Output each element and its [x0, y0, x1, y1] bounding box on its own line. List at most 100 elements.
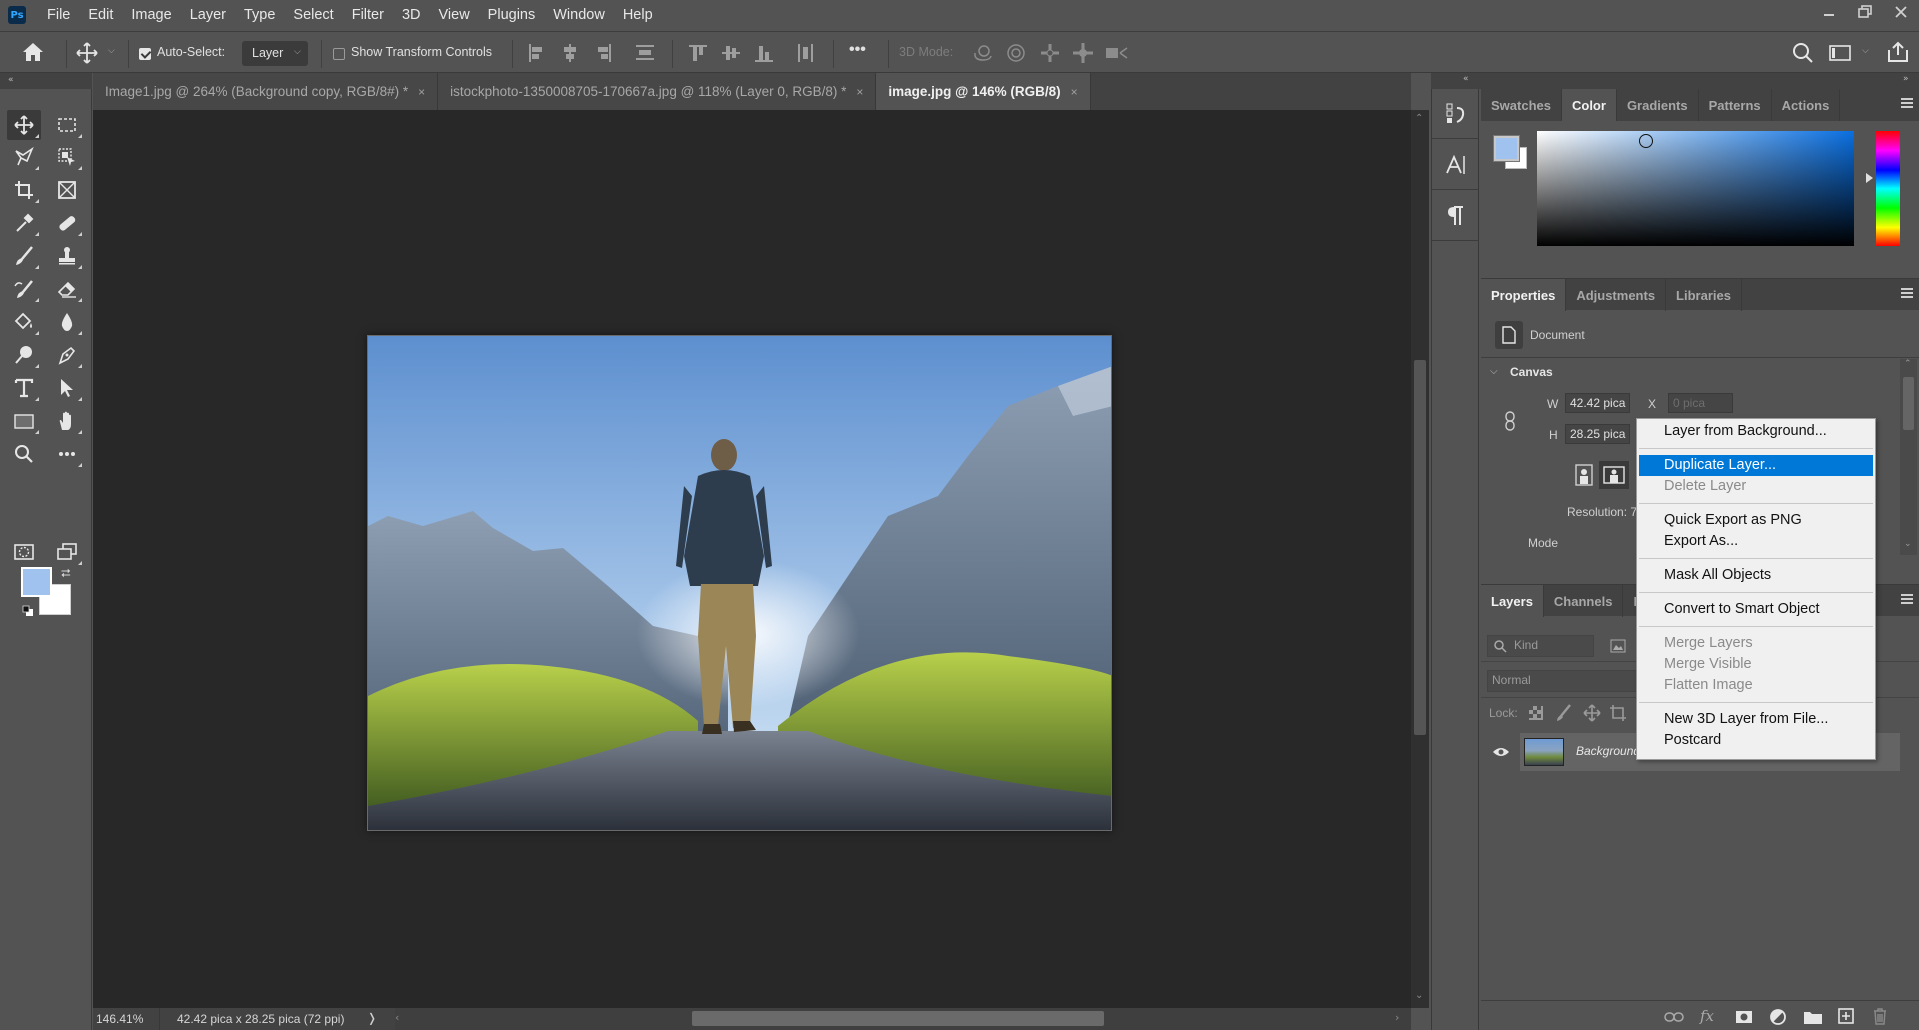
- align-horizontal-centers-button[interactable]: [561, 44, 579, 62]
- link-layers-icon[interactable]: [1664, 1011, 1684, 1023]
- quick-mask-button[interactable]: [7, 537, 41, 567]
- 3d-orbit-button[interactable]: [972, 43, 994, 63]
- distribute-vertical-button[interactable]: [636, 44, 654, 62]
- share-button[interactable]: [1887, 41, 1909, 63]
- default-colors-icon[interactable]: [22, 605, 34, 617]
- hand-tool[interactable]: [50, 406, 84, 436]
- menu-type[interactable]: Type: [235, 7, 284, 23]
- scroll-up-icon[interactable]: ⌃: [1904, 359, 1912, 369]
- horizontal-scroll-thumb[interactable]: [692, 1011, 1104, 1026]
- character-panel-button[interactable]: [1432, 140, 1479, 190]
- document-image[interactable]: [367, 335, 1112, 831]
- home-button[interactable]: [22, 42, 44, 62]
- menu-help[interactable]: Help: [614, 7, 662, 23]
- expand-panels-icon[interactable]: »: [1903, 74, 1909, 84]
- menu-window[interactable]: Window: [544, 7, 614, 23]
- align-vertical-centers-button[interactable]: [722, 44, 740, 62]
- show-transform-controls-checkbox[interactable]: [333, 48, 345, 60]
- status-menu-arrow-icon[interactable]: ❭: [367, 1011, 377, 1025]
- vertical-scroll-thumb[interactable]: [1414, 360, 1426, 735]
- menu-item-mask-all-objects[interactable]: Mask All Objects: [1639, 565, 1873, 586]
- auto-select-checkbox[interactable]: [139, 48, 151, 60]
- zoom-level[interactable]: 146.41%: [96, 1012, 143, 1026]
- zoom-tool[interactable]: [7, 439, 41, 469]
- menu-plugins[interactable]: Plugins: [479, 7, 545, 23]
- rectangle-tool[interactable]: [7, 406, 41, 436]
- hue-slider[interactable]: [1876, 131, 1900, 246]
- 3d-scale-button[interactable]: [1105, 43, 1128, 63]
- dodge-tool[interactable]: [7, 340, 41, 370]
- tab-properties[interactable]: Properties: [1481, 279, 1567, 311]
- healing-brush-tool[interactable]: [50, 208, 84, 238]
- swap-colors-icon[interactable]: ⮂: [61, 566, 71, 581]
- canvas-area[interactable]: [93, 110, 1411, 1008]
- move-tool-preset-button[interactable]: [76, 42, 98, 64]
- menu-filter[interactable]: Filter: [343, 7, 393, 23]
- menu-file[interactable]: File: [38, 7, 79, 23]
- properties-scrollbar[interactable]: ⌃ ⌄: [1900, 359, 1917, 555]
- fx-icon[interactable]: fx: [1700, 1007, 1714, 1025]
- eyedropper-tool[interactable]: [7, 208, 41, 238]
- move-tool[interactable]: [7, 110, 41, 140]
- tab-actions[interactable]: Actions: [1772, 89, 1841, 121]
- lock-position-icon[interactable]: [1583, 704, 1601, 722]
- screen-mode-button[interactable]: [50, 537, 84, 567]
- tab-gradients[interactable]: Gradients: [1617, 89, 1699, 121]
- scroll-up-icon[interactable]: ⌃: [1415, 113, 1423, 124]
- blur-tool[interactable]: [50, 307, 84, 337]
- menu-item-postcard[interactable]: Postcard: [1639, 730, 1873, 751]
- more-options-button[interactable]: •••: [849, 41, 866, 59]
- panel-menu-icon[interactable]: [1901, 98, 1913, 108]
- canvas-height-field[interactable]: 28.25 pica: [1565, 424, 1630, 444]
- path-selection-tool[interactable]: [50, 373, 84, 403]
- 3d-slide-button[interactable]: [1072, 43, 1094, 63]
- lasso-tool[interactable]: [7, 142, 41, 172]
- workspace-button[interactable]: [1829, 44, 1851, 62]
- document-tab[interactable]: istockphoto-1350008705-170667a.jpg @ 118…: [438, 73, 877, 110]
- tab-color[interactable]: Color: [1561, 89, 1617, 121]
- tab-channels[interactable]: Channels: [1544, 585, 1624, 617]
- distribute-horizontal-button[interactable]: [797, 44, 815, 62]
- type-tool[interactable]: [7, 373, 41, 403]
- properties-scroll-thumb[interactable]: [1903, 377, 1914, 430]
- paint-bucket-tool[interactable]: [7, 307, 41, 337]
- scroll-down-icon[interactable]: ⌄: [1415, 990, 1423, 1001]
- color-picker-field[interactable]: [1537, 131, 1854, 246]
- blend-mode-dropdown[interactable]: Normal: [1487, 670, 1647, 692]
- menu-item-convert-to-smart-object[interactable]: Convert to Smart Object: [1639, 599, 1873, 620]
- tab-adjustments[interactable]: Adjustments: [1566, 279, 1667, 311]
- restore-button[interactable]: [1847, 0, 1883, 24]
- lock-image-pixels-icon[interactable]: [1556, 704, 1572, 722]
- scroll-right-icon[interactable]: ›: [1395, 1011, 1399, 1024]
- menu-item-duplicate-layer[interactable]: Duplicate Layer...: [1639, 455, 1873, 476]
- close-tab-icon[interactable]: ×: [856, 85, 863, 99]
- scroll-left-icon[interactable]: ‹: [395, 1011, 399, 1024]
- edit-toolbar-button[interactable]: [50, 439, 84, 469]
- collapse-dock-icon[interactable]: «: [1463, 74, 1469, 84]
- object-selection-tool[interactable]: [50, 142, 84, 172]
- history-brush-tool[interactable]: [7, 274, 41, 304]
- frame-tool[interactable]: [50, 175, 84, 205]
- eraser-tool[interactable]: [50, 274, 84, 304]
- chevron-down-icon[interactable]: ⌵: [108, 46, 115, 56]
- document-tab[interactable]: Image1.jpg @ 264% (Background copy, RGB/…: [93, 73, 439, 110]
- pixel-layer-filter-icon[interactable]: [1610, 639, 1626, 653]
- align-right-edges-button[interactable]: [594, 44, 612, 62]
- toolbar-collapse-button[interactable]: «: [0, 73, 92, 89]
- close-button[interactable]: [1883, 0, 1919, 24]
- canvas-x-field[interactable]: 0 pica: [1668, 393, 1733, 413]
- align-left-edges-button[interactable]: [528, 44, 546, 62]
- close-tab-icon[interactable]: ×: [1071, 85, 1078, 99]
- color-picker-cursor[interactable]: [1639, 134, 1653, 148]
- tab-swatches[interactable]: Swatches: [1481, 89, 1562, 121]
- lock-artboard-icon[interactable]: [1609, 704, 1627, 722]
- portrait-orientation-button[interactable]: [1573, 463, 1595, 487]
- menu-edit[interactable]: Edit: [79, 7, 122, 23]
- menu-item-layer-from-background[interactable]: Layer from Background...: [1639, 421, 1873, 442]
- 3d-roll-button[interactable]: [1005, 43, 1027, 63]
- menu-3d[interactable]: 3D: [393, 7, 430, 23]
- new-layer-icon[interactable]: [1838, 1008, 1854, 1024]
- link-dimensions-icon[interactable]: [1503, 411, 1517, 431]
- crop-tool[interactable]: [7, 175, 41, 205]
- color-panel-foreground[interactable]: [1493, 135, 1520, 162]
